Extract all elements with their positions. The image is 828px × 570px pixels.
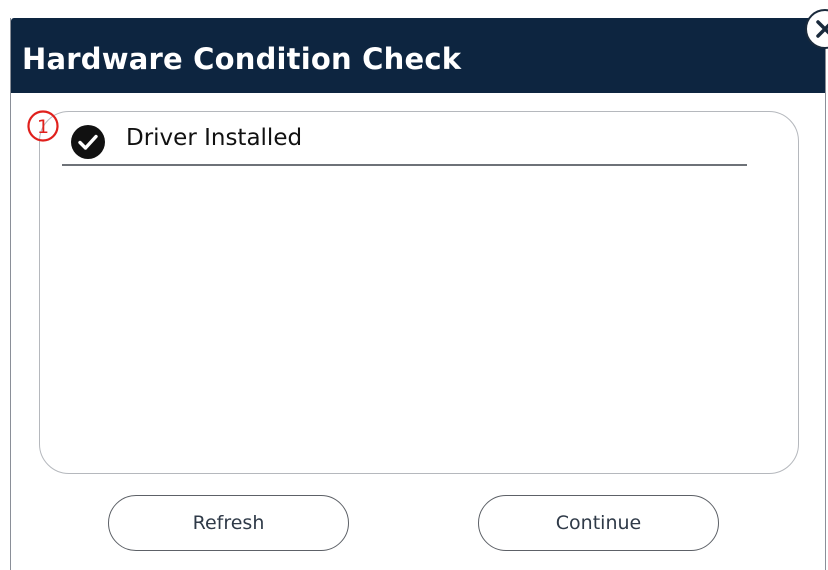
step-marker-number: 1 (37, 116, 49, 138)
checkmark-circle-icon (71, 125, 105, 159)
dialog-title: Hardware Condition Check (22, 42, 462, 76)
step-marker-icon: 1 (27, 110, 59, 142)
refresh-button[interactable]: Refresh (108, 495, 349, 551)
dialog-titlebar: Hardware Condition Check (11, 18, 825, 93)
checklist-item-label: Driver Installed (126, 125, 303, 151)
close-icon (816, 20, 828, 38)
continue-button[interactable]: Continue (478, 495, 719, 551)
checklist-item-divider (62, 164, 747, 166)
